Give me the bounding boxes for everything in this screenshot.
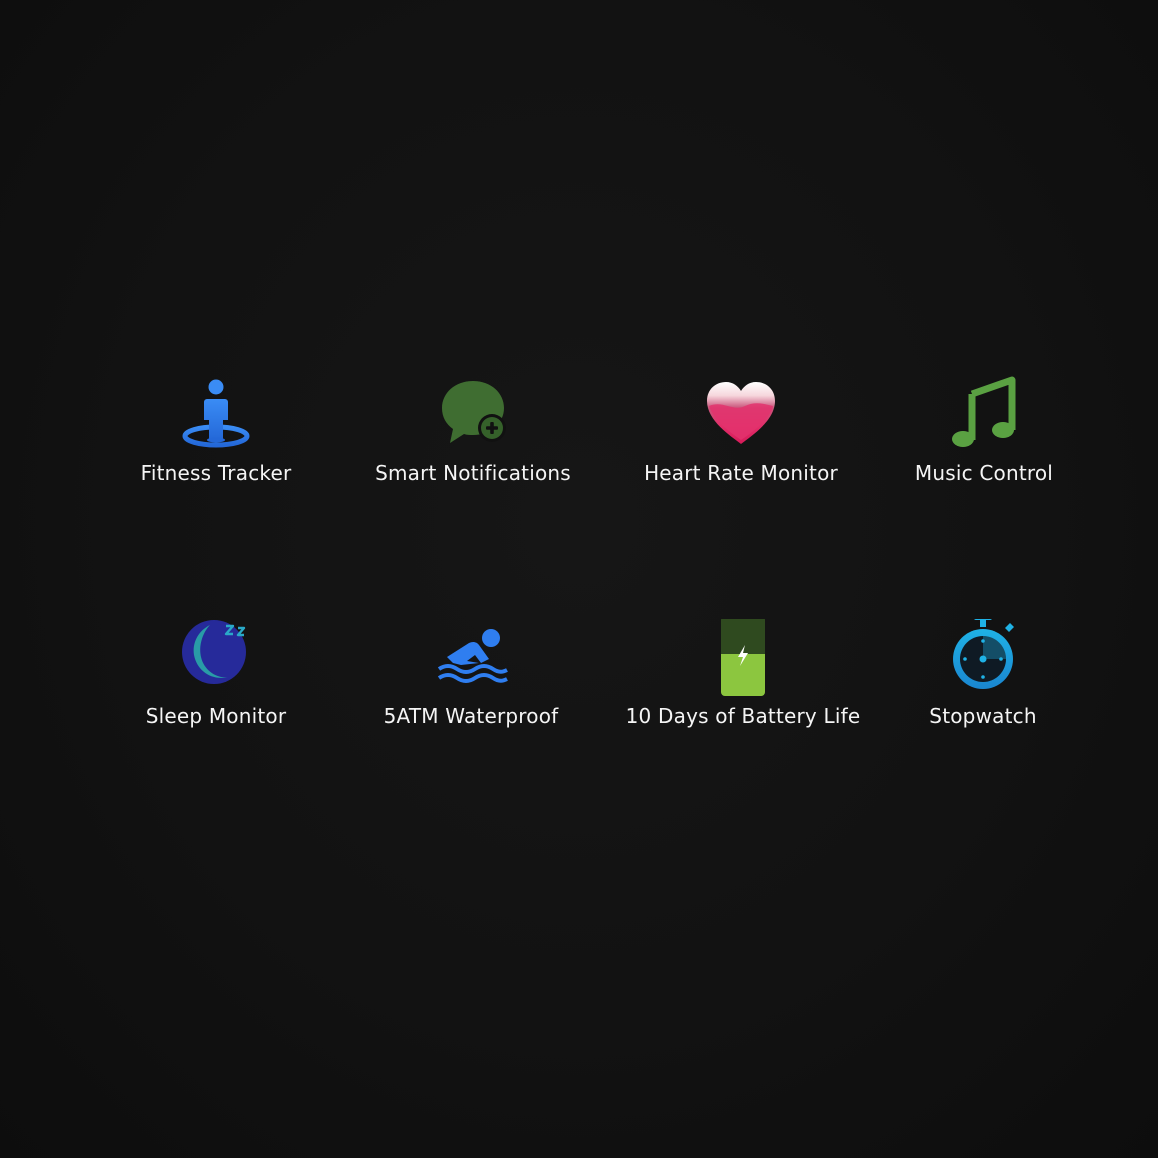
swimmer-icon — [431, 619, 511, 701]
feature-stopwatch: Stopwatch — [853, 619, 1113, 749]
feature-music-control: Music Control — [854, 376, 1114, 506]
feature-sleep-monitor: Sleep Monitor — [86, 619, 346, 749]
feature-label: 10 Days of Battery Life — [625, 704, 861, 728]
feature-fitness-tracker: Fitness Tracker — [86, 376, 346, 506]
feature-label: 5ATM Waterproof — [383, 704, 559, 728]
moon-zzz-icon — [176, 619, 256, 701]
chat-bubble-plus-icon — [433, 376, 513, 458]
feature-label: Stopwatch — [929, 704, 1037, 728]
feature-label: Music Control — [914, 461, 1054, 485]
stopwatch-icon — [943, 619, 1023, 701]
feature-5atm-waterproof: 5ATM Waterproof — [341, 619, 601, 749]
feature-label: Fitness Tracker — [140, 461, 292, 485]
feature-label: Heart Rate Monitor — [644, 461, 838, 485]
battery-bolt-icon — [703, 619, 783, 701]
feature-label: Smart Notifications — [375, 461, 571, 485]
feature-battery-life: 10 Days of Battery Life — [613, 619, 873, 749]
heart-icon — [701, 376, 781, 458]
music-note-icon — [944, 376, 1024, 458]
feature-smart-notifications: Smart Notifications — [343, 376, 603, 506]
feature-grid: Fitness Tracker Smart Notifications Hear… — [0, 0, 1158, 1158]
person-on-target-icon — [176, 376, 256, 458]
feature-label: Sleep Monitor — [145, 704, 287, 728]
feature-heart-rate-monitor: Heart Rate Monitor — [611, 376, 871, 506]
